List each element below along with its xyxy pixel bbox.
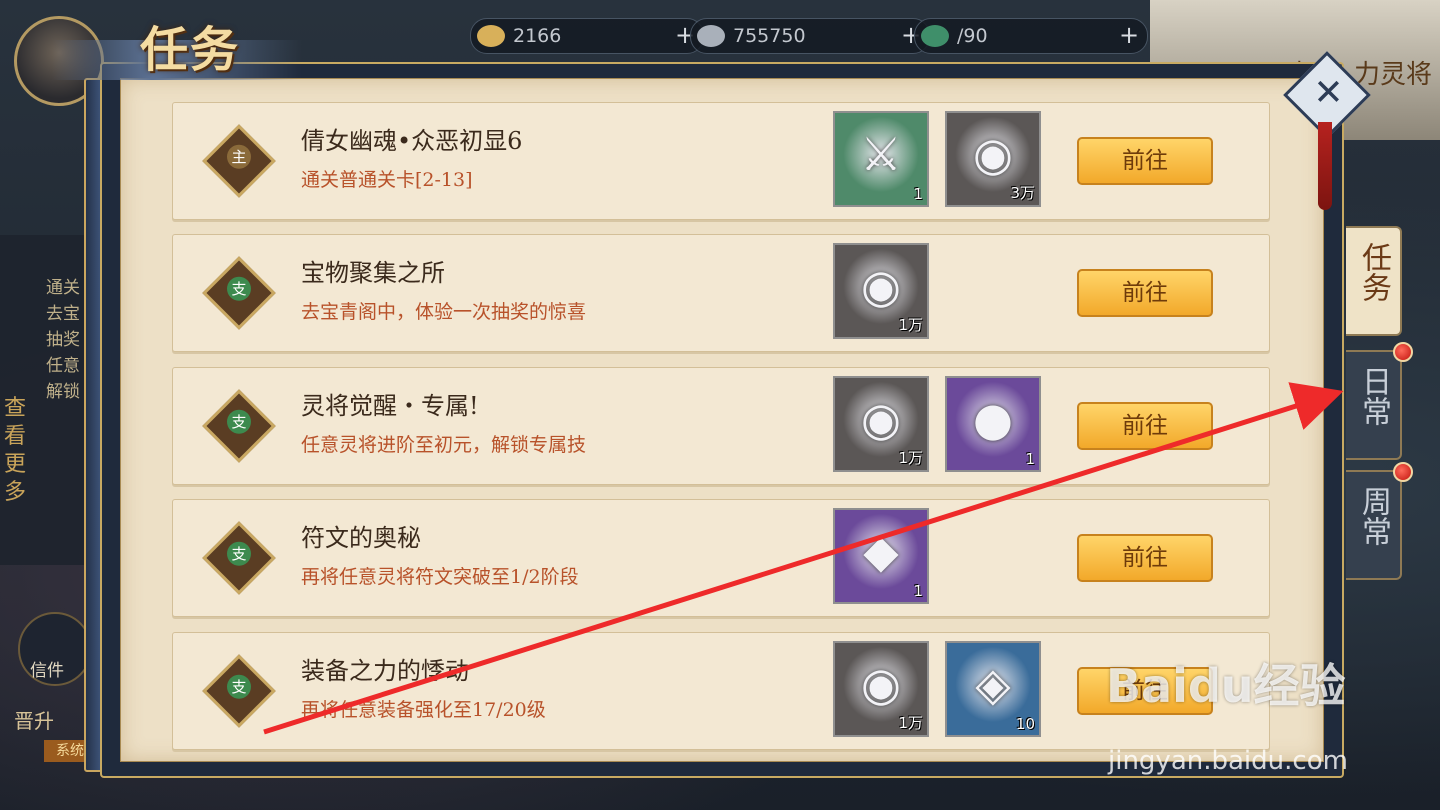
task-type-badge: 支 (202, 654, 276, 728)
task-type-label: 主 (227, 144, 251, 169)
reward-slot[interactable]: ◉ 1万 (833, 376, 929, 472)
task-title: 宝物聚集之所 (301, 259, 445, 287)
panel-title: 任务 (140, 22, 241, 78)
view-more-button[interactable]: 查看更多 (4, 395, 38, 507)
goto-button[interactable]: 前往 (1077, 402, 1213, 450)
tassel-decoration (1318, 122, 1332, 210)
weekly-alert-dot (1393, 462, 1413, 482)
daily-alert-dot (1393, 342, 1413, 362)
reward-slot[interactable]: ◉ 1万 (833, 243, 929, 339)
gold-resource: 2166 + (470, 18, 704, 54)
reward-slot[interactable]: ⚔ 1 (833, 111, 929, 207)
goto-button[interactable]: 前往 (1077, 534, 1213, 582)
goto-button[interactable]: 前往 (1077, 269, 1213, 317)
task-description: 再将任意灵将符文突破至1/2阶段 (301, 566, 579, 588)
tab-weekly[interactable]: 周常 (1346, 470, 1402, 580)
task-type-badge: 支 (202, 256, 276, 330)
goto-button[interactable]: 前往 (1077, 137, 1213, 185)
task-title: 灵将觉醒・专属! (301, 392, 479, 420)
task-type-badge: 支 (202, 389, 276, 463)
equipment-greave-icon: ⚔ (860, 127, 902, 181)
task-type-label: 支 (227, 541, 251, 566)
watermark-brand: Baidu经验 (1106, 659, 1346, 713)
reward-count: 3万 (1010, 184, 1035, 202)
task-row: 支 宝物聚集之所去宝青阁中，体验一次抽奖的惊喜 ◉ 1万 前往 (172, 234, 1270, 352)
tab-tasks[interactable]: 任务 (1346, 226, 1402, 336)
reward-slot[interactable]: ◉ 3万 (945, 111, 1041, 207)
reward-count: 1万 (898, 714, 923, 732)
reward-count: 1万 (898, 316, 923, 334)
task-description: 通关普通关卡[2-13] (301, 169, 473, 191)
task-description: 再将任意装备强化至17/20级 (301, 699, 546, 721)
mail-label: 信件 (30, 661, 64, 681)
reward-count: 1 (913, 185, 923, 203)
task-type-badge: 支 (202, 521, 276, 595)
reward-slot[interactable]: ● 1 (945, 376, 1041, 472)
reward-slot[interactable]: ◆ 1 (833, 508, 929, 604)
stamina-value: /90 (957, 25, 988, 47)
task-type-label: 支 (227, 276, 251, 301)
reward-count: 1 (1025, 450, 1035, 468)
close-icon: ✕ (1313, 72, 1344, 114)
reward-count: 1 (913, 582, 923, 600)
stamina-gourd-icon (921, 25, 949, 47)
watermark-url: jingyan.baidu.com (1108, 746, 1348, 776)
gold-ingot-icon (477, 25, 505, 47)
tab-tasks-label: 任务 (1356, 242, 1391, 302)
rune-chest-icon: ◆ (863, 524, 899, 578)
reward-slot[interactable]: ◈ 10 (945, 641, 1041, 737)
reward-count: 10 (1015, 715, 1035, 733)
task-row: 支符文的奥秘 再将任意灵将符文突破至1/2阶段 ◆ 1 前往 (172, 499, 1270, 617)
add-stamina-button[interactable]: + (1117, 23, 1141, 48)
purple-orb-chest-icon: ● (972, 392, 1014, 446)
silver-value: 755750 (733, 25, 806, 47)
silver-ingot-icon: ◉ (860, 657, 902, 711)
stamina-resource: /90 + (914, 18, 1148, 54)
tracker-ghost-text: 通关 去宝 抽奖 任意 解锁 (46, 278, 80, 402)
blue-crystal-icon: ◈ (975, 657, 1011, 711)
silver-ingot-icon: ◉ (860, 392, 902, 446)
task-title: 符文的奥秘 (301, 524, 421, 552)
task-row: 主倩女幽魂•众恶初显6 通关普通关卡[2-13] ⚔ 1 ◉ 3万 前往 (172, 102, 1270, 220)
tab-weekly-label: 周常 (1356, 486, 1391, 546)
task-title: 装备之力的悸动 (301, 657, 469, 685)
task-title: 倩女幽魂•众恶初显6 (301, 127, 523, 155)
tab-daily-label: 日常 (1356, 366, 1391, 426)
promote-label: 晋升 (14, 709, 54, 733)
tab-daily[interactable]: 日常 (1346, 350, 1402, 460)
silver-resource: 755750 + (690, 18, 930, 54)
reward-slot[interactable]: ◉ 1万 (833, 641, 929, 737)
task-description: 任意灵将进阶至初元，解锁专属技 (301, 434, 587, 456)
gold-value: 2166 (513, 25, 562, 47)
silver-ingot-icon: ◉ (972, 127, 1014, 181)
reward-count: 1万 (898, 449, 923, 467)
task-type-badge: 主 (202, 124, 276, 198)
task-description: 去宝青阁中，体验一次抽奖的惊喜 (301, 301, 587, 323)
task-row: 支灵将觉醒・专属! 任意灵将进阶至初元，解锁专属技 ◉ 1万 ● 1 前往 (172, 367, 1270, 485)
silver-ingot-icon (697, 25, 725, 47)
task-type-label: 支 (227, 674, 251, 699)
silver-ingot-icon: ◉ (860, 259, 902, 313)
task-type-label: 支 (227, 409, 251, 434)
